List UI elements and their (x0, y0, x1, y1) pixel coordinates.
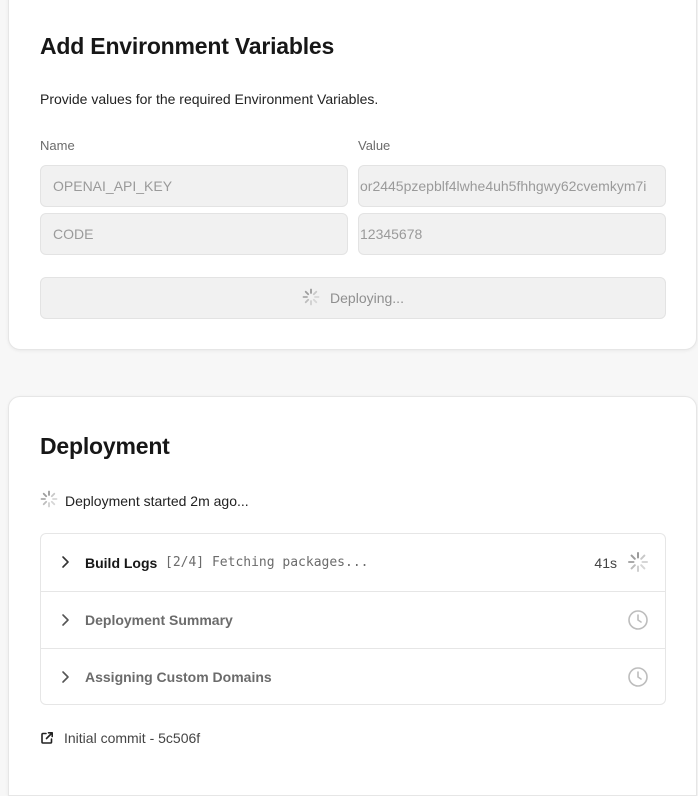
deployment-status: Deployment started 2m ago... (40, 490, 249, 511)
env-name-field[interactable]: CODE (40, 213, 348, 255)
deployment-status-text: Deployment started 2m ago... (65, 492, 249, 509)
step-deployment-summary[interactable]: Deployment Summary (41, 591, 665, 648)
commit-link[interactable]: Initial commit - 5c506f (40, 730, 200, 746)
env-description: Provide values for the required Environm… (40, 91, 379, 107)
commit-label: Initial commit - 5c506f (64, 730, 201, 746)
step-label: Assigning Custom Domains (85, 669, 272, 685)
spinner-icon (628, 552, 648, 572)
deployment-card: Deployment Deployment started 2m ago... (8, 396, 697, 796)
deployment-title: Deployment (40, 433, 170, 459)
step-custom-domains[interactable]: Assigning Custom Domains (41, 648, 665, 705)
env-value-field[interactable]: 12345678 (358, 213, 666, 255)
step-label: Deployment Summary (85, 612, 233, 628)
step-build-logs[interactable]: Build Logs [2/4] Fetching packages... 41… (41, 534, 665, 591)
clock-icon (628, 610, 648, 630)
deploy-button-label: Deploying... (330, 290, 404, 306)
external-link-icon (41, 731, 53, 744)
clock-icon (628, 667, 648, 687)
chevron-right-icon (62, 671, 69, 683)
env-title: Add Environment Variables (40, 33, 335, 59)
env-value-field[interactable]: or2445pzepblf4lwhe4uh5fhhgwy62cvemkym7i (358, 165, 666, 207)
spinner-icon (302, 288, 320, 309)
chevron-right-icon (62, 614, 69, 626)
step-label: Build Logs (85, 554, 158, 571)
env-name-field[interactable]: OPENAI_API_KEY (40, 165, 348, 207)
name-column-label: Name (40, 138, 75, 153)
chevron-right-icon (62, 556, 69, 568)
value-column-label: Value (358, 138, 391, 153)
deploy-button[interactable]: Deploying... (40, 277, 666, 319)
spinner-icon (40, 490, 58, 511)
build-log-message: [2/4] Fetching packages... (165, 555, 369, 570)
env-variables-card: Add Environment Variables Provide values… (8, 0, 697, 350)
build-duration: 41s (594, 554, 617, 571)
deployment-steps: Build Logs [2/4] Fetching packages... 41… (40, 533, 666, 705)
